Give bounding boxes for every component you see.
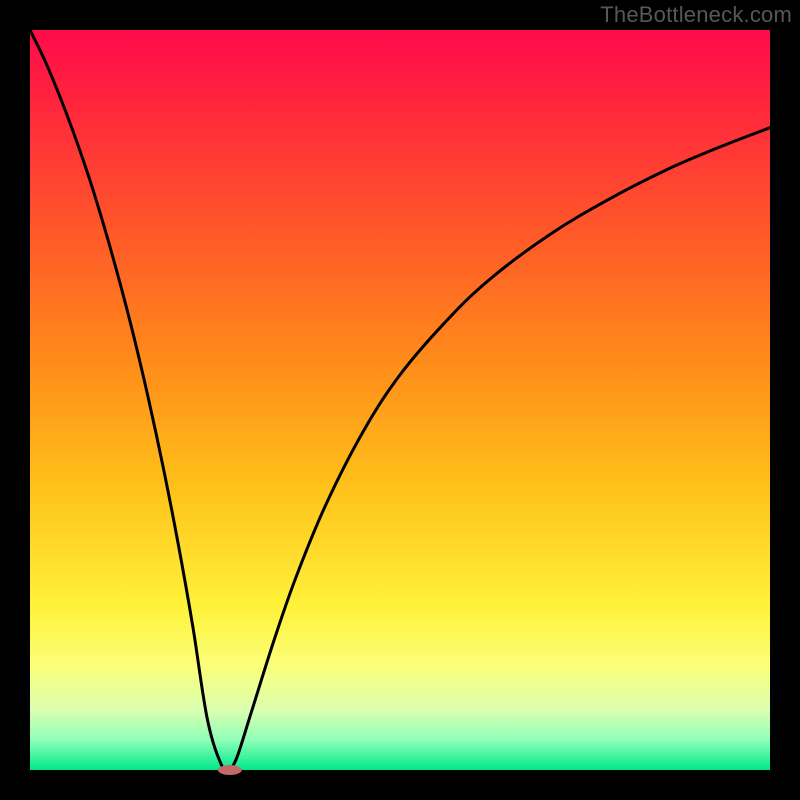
chart-container: TheBottleneck.com <box>0 0 800 800</box>
vertex-marker <box>218 765 242 775</box>
watermark-label: TheBottleneck.com <box>600 2 792 28</box>
plot-area <box>30 30 770 770</box>
bottleneck-chart <box>0 0 800 800</box>
